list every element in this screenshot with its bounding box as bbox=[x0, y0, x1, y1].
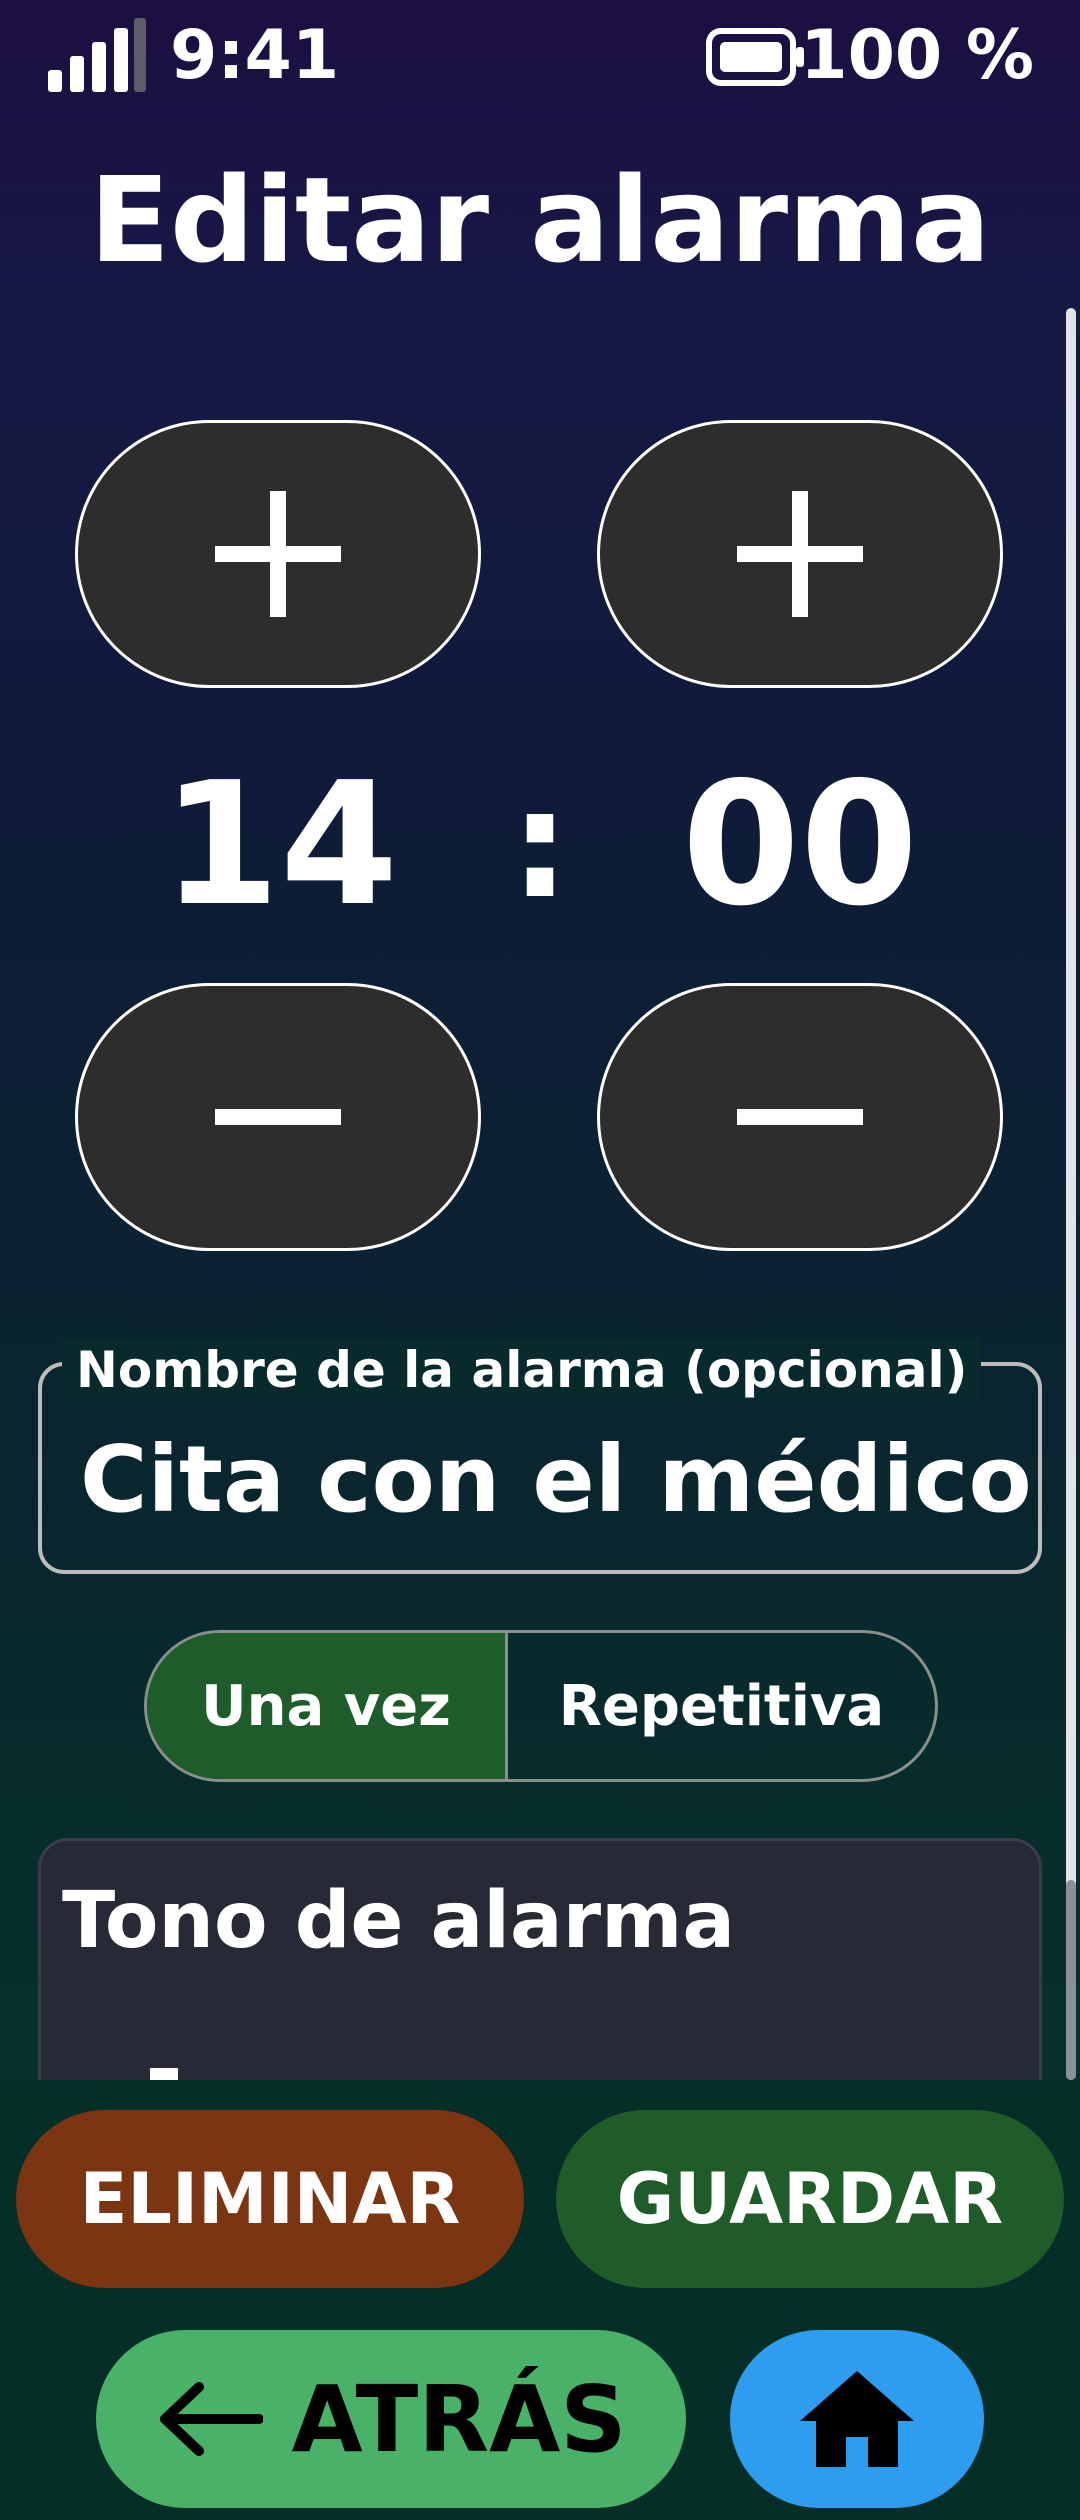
segment-repeating[interactable]: Repetitiva bbox=[508, 1633, 935, 1779]
plus-icon bbox=[215, 491, 341, 617]
status-bar: 9:41 100 % bbox=[0, 0, 1080, 110]
alarm-name-label: Nombre de la alarma (opcional) bbox=[62, 1338, 982, 1402]
hour-decrement-button[interactable] bbox=[75, 983, 481, 1251]
scrollbar-thumb[interactable] bbox=[1066, 1880, 1076, 2080]
status-time: 9:41 bbox=[170, 16, 340, 95]
plus-icon bbox=[737, 491, 863, 617]
signal-icon bbox=[48, 18, 146, 92]
hour-value: 14 bbox=[161, 746, 399, 944]
minus-icon bbox=[215, 1109, 341, 1125]
home-icon bbox=[800, 2371, 914, 2467]
battery-icon bbox=[706, 28, 804, 86]
arrow-left-icon bbox=[160, 2382, 264, 2456]
hour-increment-button[interactable] bbox=[75, 420, 481, 688]
tone-list-peek bbox=[150, 2068, 178, 2080]
segment-once[interactable]: Una vez bbox=[147, 1633, 508, 1779]
minute-decrement-button[interactable] bbox=[597, 983, 1003, 1251]
battery-percentage: 100 % bbox=[800, 16, 1034, 95]
home-button[interactable] bbox=[730, 2330, 984, 2508]
back-button[interactable]: ATRÁS bbox=[96, 2330, 686, 2508]
delete-button[interactable]: ELIMINAR bbox=[16, 2110, 524, 2288]
alarm-name-input[interactable]: Cita con el médico bbox=[80, 1420, 1032, 1540]
page-title: Editar alarma bbox=[89, 151, 991, 289]
scrollbar-track[interactable] bbox=[1066, 308, 1076, 2080]
alarm-tone-title: Tono de alarma bbox=[62, 1876, 735, 1966]
minute-value: 00 bbox=[681, 746, 919, 944]
repeat-mode-selector: Una vez Repetitiva bbox=[144, 1630, 938, 1782]
minus-icon bbox=[737, 1109, 863, 1125]
back-button-label: ATRÁS bbox=[291, 2365, 627, 2473]
save-button[interactable]: GUARDAR bbox=[556, 2110, 1064, 2288]
time-separator: : bbox=[510, 758, 570, 932]
minute-increment-button[interactable] bbox=[597, 420, 1003, 688]
